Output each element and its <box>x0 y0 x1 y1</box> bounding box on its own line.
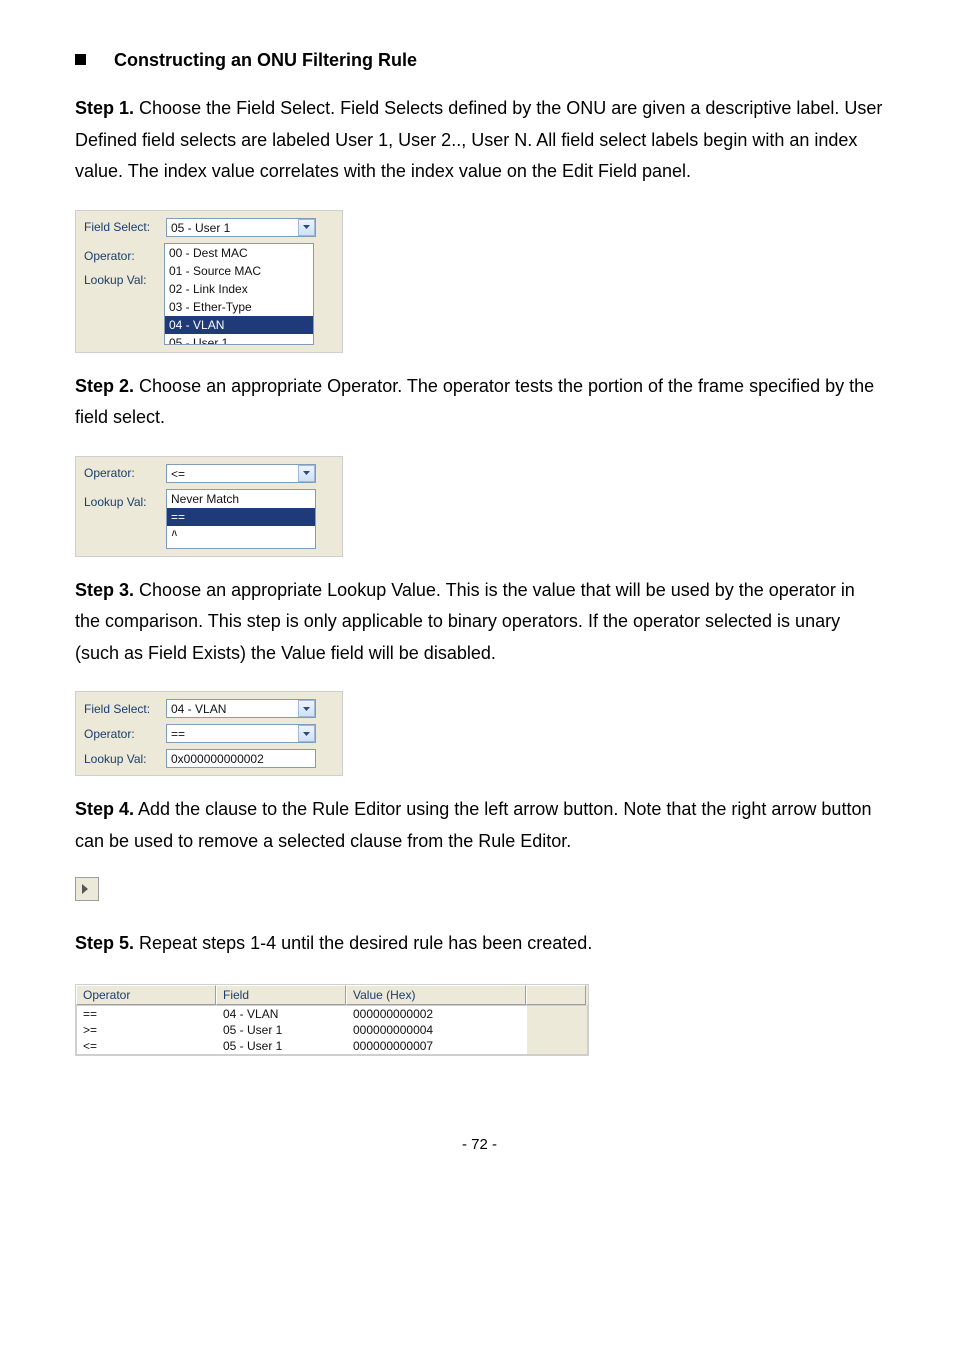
table-row[interactable]: >= 05 - User 1 000000000004 <box>77 1022 587 1038</box>
lookup-value: 0x000000000002 <box>167 750 268 768</box>
step2-paragraph: Step 2. Choose an appropriate Operator. … <box>75 371 884 434</box>
step4-paragraph: Step 4. Add the clause to the Rule Edito… <box>75 794 884 857</box>
operator-combo[interactable]: <= <box>166 464 316 483</box>
rule-table-header: Operator Field Value (Hex) <box>76 985 588 1005</box>
section-heading: Constructing an ONU Filtering Rule <box>75 50 884 71</box>
cell-field: 05 - User 1 <box>217 1038 347 1054</box>
option-equals-selected[interactable]: == <box>167 508 315 526</box>
dropdown-button-icon[interactable] <box>298 725 315 742</box>
right-arrow-button[interactable] <box>75 877 99 901</box>
lookup-group: Field Select: 04 - VLAN Operator: == Loo… <box>75 691 343 776</box>
dropdown-button-icon[interactable] <box>298 465 315 482</box>
cell-val: 000000000002 <box>347 1006 527 1022</box>
heading-text: Constructing an ONU Filtering Rule <box>114 50 417 71</box>
rule-table-body: == 04 - VLAN 000000000002 >= 05 - User 1… <box>76 1005 588 1055</box>
step3-text: Choose an appropriate Lookup Value. This… <box>75 580 855 663</box>
cell-op: == <box>77 1006 217 1022</box>
operator-value: <= <box>167 465 189 483</box>
step1-label: Step 1. <box>75 98 134 118</box>
lookup-label: Lookup Val: <box>82 263 166 287</box>
cell-tail <box>527 1022 587 1038</box>
operator-combo-3[interactable]: == <box>166 724 316 743</box>
cell-val: 000000000007 <box>347 1038 527 1054</box>
cell-field: 05 - User 1 <box>217 1022 347 1038</box>
option-source-mac[interactable]: 01 - Source MAC <box>165 262 313 280</box>
dropdown-button-icon[interactable] <box>298 219 315 236</box>
step5-paragraph: Step 5. Repeat steps 1-4 until the desir… <box>75 928 884 960</box>
dropdown-button-icon[interactable] <box>298 700 315 717</box>
cell-val: 000000000004 <box>347 1022 527 1038</box>
operator-option-list[interactable]: Never Match == /\ <box>166 489 316 549</box>
field-select-label: Field Select: <box>82 220 166 234</box>
cell-op: >= <box>77 1022 217 1038</box>
step2-label: Step 2. <box>75 376 134 396</box>
operator-group: Operator: <= Lookup Val: Never Match == … <box>75 456 343 557</box>
operator-label-3: Operator: <box>82 727 166 741</box>
step4-text: Add the clause to the Rule Editor using … <box>75 799 871 851</box>
field-select-combo[interactable]: 05 - User 1 <box>166 218 316 237</box>
table-row[interactable]: <= 05 - User 1 000000000007 <box>77 1038 587 1054</box>
option-trailing[interactable]: /\ <box>167 526 315 536</box>
table-row[interactable]: == 04 - VLAN 000000000002 <box>77 1006 587 1022</box>
step4-label: Step 4. <box>75 799 134 819</box>
field-select-option-list[interactable]: 00 - Dest MAC 01 - Source MAC 02 - Link … <box>164 243 314 345</box>
field-select-label-3: Field Select: <box>82 702 166 716</box>
option-link-index[interactable]: 02 - Link Index <box>165 280 313 298</box>
step2-text: Choose an appropriate Operator. The oper… <box>75 376 874 428</box>
operator-label: Operator: <box>82 243 166 263</box>
lookup-label-2: Lookup Val: <box>82 489 166 509</box>
option-vlan-selected[interactable]: 04 - VLAN <box>165 316 313 334</box>
field-select-value: 05 - User 1 <box>167 219 234 237</box>
field-select-combo-3[interactable]: 04 - VLAN <box>166 699 316 718</box>
option-user1-partial[interactable]: 05 - User 1 <box>165 334 313 344</box>
option-dest-mac[interactable]: 00 - Dest MAC <box>165 244 313 262</box>
step1-paragraph: Step 1. Choose the Field Select. Field S… <box>75 93 884 188</box>
cell-op: <= <box>77 1038 217 1054</box>
col-header-operator[interactable]: Operator <box>76 985 216 1005</box>
field-select-group-1: Field Select: 05 - User 1 Operator: Look… <box>75 210 343 353</box>
operator-label-2: Operator: <box>82 466 166 480</box>
step1-text: Choose the Field Select. Field Selects d… <box>75 98 882 181</box>
page-number: - 72 - <box>75 1136 884 1153</box>
operator-value-3: == <box>167 725 189 743</box>
rule-table: Operator Field Value (Hex) == 04 - VLAN … <box>75 984 589 1056</box>
col-header-tail <box>526 985 586 1005</box>
lookup-label-3: Lookup Val: <box>82 752 166 766</box>
col-header-field[interactable]: Field <box>216 985 346 1005</box>
cell-tail <box>527 1006 587 1022</box>
step5-label: Step 5. <box>75 933 134 953</box>
bullet-icon <box>75 54 86 65</box>
col-header-value[interactable]: Value (Hex) <box>346 985 526 1005</box>
step3-label: Step 3. <box>75 580 134 600</box>
step5-text: Repeat steps 1-4 until the desired rule … <box>134 933 592 953</box>
cell-tail <box>527 1038 587 1054</box>
step3-paragraph: Step 3. Choose an appropriate Lookup Val… <box>75 575 884 670</box>
cell-field: 04 - VLAN <box>217 1006 347 1022</box>
option-never-match[interactable]: Never Match <box>167 490 315 508</box>
field-select-value-3: 04 - VLAN <box>167 700 230 718</box>
option-ether-type[interactable]: 03 - Ether-Type <box>165 298 313 316</box>
lookup-input[interactable]: 0x000000000002 <box>166 749 316 768</box>
